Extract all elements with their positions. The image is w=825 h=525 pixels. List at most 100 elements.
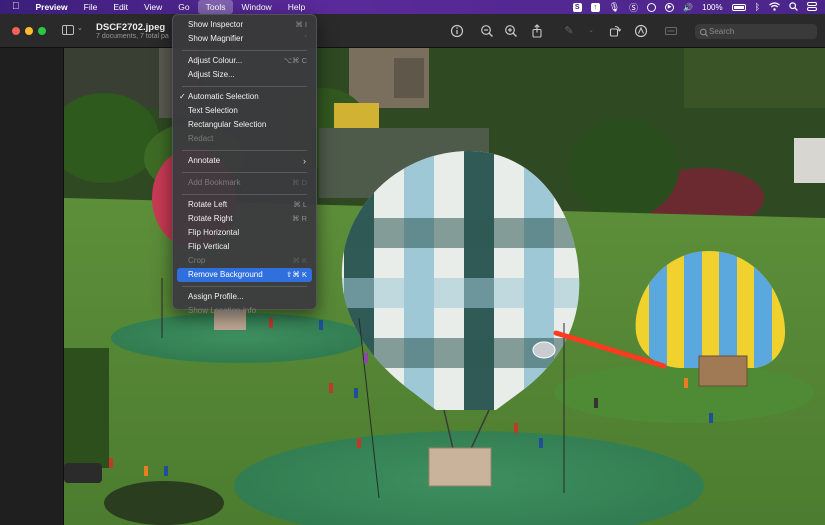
zoom-in-icon[interactable] [504, 24, 518, 38]
menu-file[interactable]: File [76, 0, 106, 14]
menu-item-add-bookmark: Add Bookmark ⌘ D [177, 176, 312, 190]
menu-app-preview[interactable]: Preview [28, 0, 76, 14]
fullscreen-window-button[interactable] [38, 27, 46, 35]
menu-item-text-selection[interactable]: Text Selection [177, 104, 312, 118]
menu-item-label: Flip Vertical [188, 242, 230, 251]
shortcut: ⌘ D [292, 178, 307, 187]
yellow-digger [334, 103, 379, 128]
menu-separator [182, 193, 307, 195]
markup-pen-icon[interactable]: ✎ [562, 24, 576, 38]
menu-item-show-magnifier[interactable]: Show Magnifier ` [177, 32, 312, 46]
thumbnail-sidebar[interactable] [0, 48, 64, 525]
hedge [64, 348, 109, 468]
share-icon[interactable] [530, 24, 544, 38]
menu-item-adjust-colour[interactable]: Adjust Colour... ⌥⌘ C [177, 54, 312, 68]
menu-item-label: Show Location Info [188, 306, 257, 315]
menu-item-adjust-size[interactable]: Adjust Size... [177, 68, 312, 82]
menu-separator [182, 49, 307, 51]
menu-separator [182, 285, 307, 287]
menu-item-remove-background[interactable]: Remove Background ⇧⌘ K [177, 268, 312, 282]
rotate-icon[interactable] [608, 24, 622, 38]
menu-separator [182, 149, 307, 151]
menu-item-label: Crop [188, 256, 206, 265]
search-field[interactable] [695, 24, 817, 39]
s-round-icon[interactable]: Ⓢ [629, 1, 638, 14]
sidebar-toggle-icon[interactable] [62, 25, 74, 35]
menu-item-redact: Redact [177, 132, 312, 146]
circle-status-icon[interactable] [647, 2, 657, 12]
markup-circle-icon[interactable] [634, 24, 648, 38]
document-subtitle: 7 documents, 7 total pa [96, 33, 169, 40]
menu-item-show-inspector[interactable]: Show Inspector ⌘ I [177, 18, 312, 32]
basket [698, 355, 748, 387]
apple-menu-icon[interactable]:  [0, 0, 28, 14]
search-icon [699, 25, 709, 37]
menu-item-rotate-right[interactable]: Rotate Right ⌘ R [177, 212, 312, 226]
menu-view[interactable]: View [136, 0, 170, 14]
menu-item-label: Remove Background [188, 270, 263, 279]
house-window [394, 58, 424, 98]
shortcut: ⌘ K [292, 256, 307, 265]
bluetooth-icon[interactable]: ᛒ [755, 2, 760, 12]
menu-window[interactable]: Window [233, 0, 279, 14]
display-pad [554, 363, 814, 423]
markup-chevron-icon[interactable]: ⌄ [584, 24, 598, 38]
document-title: DSCF2702.jpeg [96, 22, 166, 33]
zoom-out-icon[interactable] [480, 24, 494, 38]
menu-item-label: Flip Horizontal [188, 228, 240, 237]
form-fill-icon[interactable] [664, 24, 678, 38]
shortcut: ⌘ I [295, 20, 307, 29]
menu-item-annotate[interactable]: Annotate › [177, 154, 312, 168]
minimize-window-button[interactable] [25, 27, 33, 35]
menu-item-label: Adjust Colour... [188, 56, 243, 65]
menu-item-label: Redact [188, 134, 214, 143]
menu-separator [182, 85, 307, 87]
battery-percent: 100% [702, 2, 723, 12]
search-input[interactable] [709, 24, 813, 39]
tools-menu[interactable]: Show Inspector ⌘ I Show Magnifier ` Adjust… [172, 14, 317, 315]
menu-separator [182, 171, 307, 173]
menu-item-crop: Crop ⌘ K [177, 254, 312, 268]
menu-tools[interactable]: Tools [197, 0, 234, 14]
menu-item-label: Show Magnifier [188, 34, 244, 43]
volume-icon[interactable]: 🔊 [683, 3, 693, 12]
close-window-button[interactable] [12, 27, 20, 35]
play-status-icon[interactable]: ▶ [665, 2, 675, 12]
shortcut: ` [304, 34, 308, 43]
menu-item-label: Adjust Size... [188, 70, 235, 79]
menu-item-label: Assign Profile... [188, 292, 244, 301]
shortcut: ⌘ L [293, 200, 307, 209]
microphone-icon[interactable]: 🎙 [609, 2, 620, 13]
menu-item-flip-vertical[interactable]: Flip Vertical [177, 240, 312, 254]
bush [569, 118, 679, 218]
menu-item-rectangular-selection[interactable]: Rectangular Selection [177, 118, 312, 132]
window-toolbar: ⌄ DSCF2702.jpeg 7 documents, 7 total pa … [0, 14, 825, 48]
control-center-icon[interactable] [807, 1, 817, 13]
spotlight-search-icon[interactable] [789, 1, 798, 13]
chevron-right-icon: › [303, 156, 306, 166]
menu-bar:  Preview File Edit View Go Tools Window… [0, 0, 825, 14]
menu-edit[interactable]: Edit [105, 0, 136, 14]
menu-item-label: Rectangular Selection [188, 120, 267, 129]
menu-item-label: Rotate Right [188, 214, 233, 223]
menu-help[interactable]: Help [280, 0, 313, 14]
menu-item-flip-horizontal[interactable]: Flip Horizontal [177, 226, 312, 240]
status-area: S ↑ 🎙 Ⓢ ▶ 🔊 100% ᛒ [572, 0, 817, 14]
menu-item-label: Text Selection [188, 106, 238, 115]
menu-item-label: Rotate Left [188, 200, 228, 209]
small-object [532, 341, 556, 359]
toy-car [64, 463, 102, 483]
menu-go[interactable]: Go [170, 0, 197, 14]
hedge-top [684, 48, 825, 108]
battery-icon[interactable] [731, 3, 746, 11]
info-icon[interactable] [450, 24, 464, 38]
menu-item-automatic-selection[interactable]: ✓ Automatic Selection [177, 90, 312, 104]
s-app-icon[interactable]: S [572, 2, 582, 12]
share-status-icon[interactable]: ↑ [590, 2, 600, 12]
wifi-icon[interactable] [769, 1, 780, 13]
menu-item-rotate-left[interactable]: Rotate Left ⌘ L [177, 198, 312, 212]
menu-item-assign-profile[interactable]: Assign Profile... [177, 290, 312, 304]
menu-item-label: Show Inspector [188, 20, 244, 29]
checkmark-icon: ✓ [179, 92, 186, 101]
chevron-down-icon[interactable]: ⌄ [77, 24, 83, 32]
